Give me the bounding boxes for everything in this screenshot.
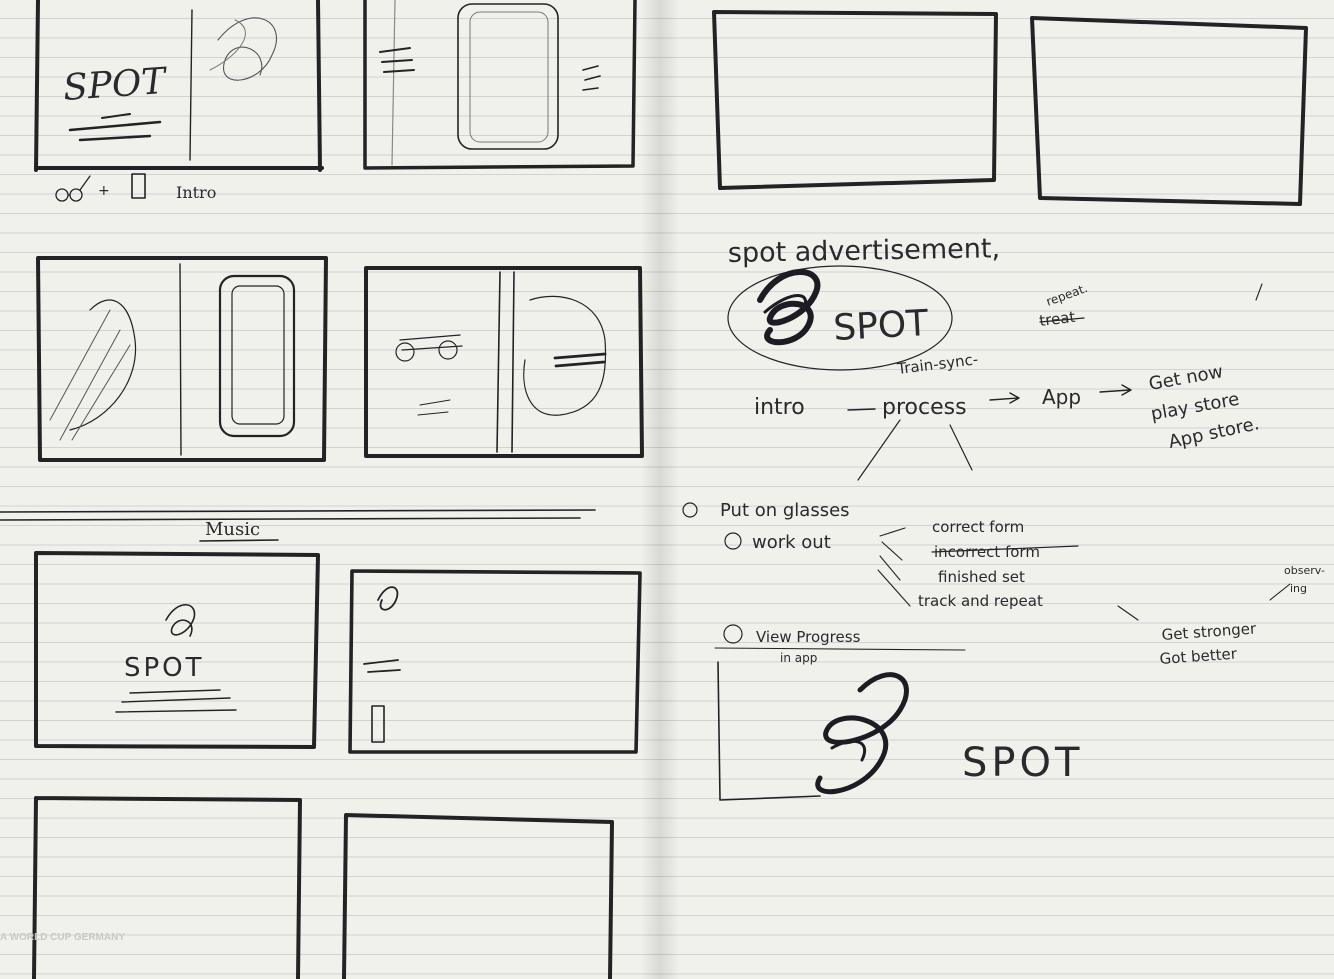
list-item-3-line-1: View Progress <box>756 628 861 646</box>
list-item-2: work out <box>752 532 831 553</box>
intro-caption: Intro <box>176 183 216 202</box>
list-item-1: Put on glasses <box>720 500 850 521</box>
sub-item-track-and-repeat: track and repeat <box>918 592 1043 610</box>
flow-step-app: App <box>1042 385 1081 409</box>
side-note-top-1: observ- <box>1284 564 1325 577</box>
notebook-photo: SPOT + Intro Music SPOT A WORLD CUP GERM… <box>0 0 1334 979</box>
page-heading: spot advertisement, <box>728 233 1001 269</box>
sub-item-incorrect-form: incorrect form <box>934 543 1040 561</box>
side-note-top-2: ing <box>1290 582 1307 595</box>
flow-dash-1 <box>847 408 876 411</box>
sub-item-correct-form: correct form <box>932 518 1024 536</box>
logo-text-large: SPOT <box>832 303 930 349</box>
bottom-logo-text: SPOT <box>962 740 1083 786</box>
flow-step-intro: intro <box>754 395 805 420</box>
footer-watermark: A WORLD CUP GERMANY <box>0 932 125 943</box>
music-label: Music <box>205 519 260 540</box>
frame1-logo-text: SPOT <box>62 61 170 109</box>
music-underline <box>199 539 279 542</box>
flow-step-process: process <box>882 395 967 420</box>
notebook-gutter <box>640 0 680 979</box>
plus-sign: + <box>98 183 110 199</box>
sub-item-finished-set: finished set <box>938 568 1025 586</box>
frame5-logo-text: SPOT <box>124 653 205 683</box>
list-item-3-line-2: in app <box>780 651 817 665</box>
